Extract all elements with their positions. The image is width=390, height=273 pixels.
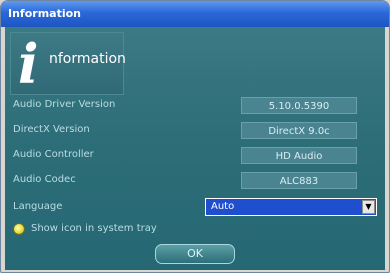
info-logo-icon: i (18, 32, 39, 96)
show-tray-icon-label[interactable]: Show icon in system tray (31, 223, 157, 234)
ok-button[interactable]: OK (155, 244, 235, 264)
audio-driver-version-label: Audio Driver Version (13, 99, 116, 110)
title-bar[interactable]: Information (1, 1, 389, 27)
audio-controller-label: Audio Controller (13, 149, 94, 160)
content-panel: i nformation Audio Driver Version 5.10.0… (5, 27, 385, 270)
audio-controller-value: HD Audio (241, 147, 357, 164)
dropdown-arrow-icon[interactable]: ▼ (362, 200, 375, 214)
information-logo: i nformation (10, 32, 126, 96)
show-tray-icon-radio[interactable] (13, 223, 25, 235)
audio-driver-version-value: 5.10.0.5390 (241, 97, 357, 114)
language-label: Language (13, 201, 63, 212)
language-selected-value: Auto (211, 201, 235, 212)
audio-codec-label: Audio Codec (13, 174, 76, 185)
audio-codec-value: ALC883 (241, 172, 357, 189)
information-window: Information i nformation Audio Driver Ve… (0, 0, 390, 273)
window-title: Information (8, 7, 81, 20)
language-select[interactable]: Auto ▼ (205, 198, 377, 216)
directx-version-label: DirectX Version (13, 124, 90, 135)
directx-version-value: DirectX 9.0c (241, 122, 357, 139)
logo-text: nformation (49, 51, 126, 67)
